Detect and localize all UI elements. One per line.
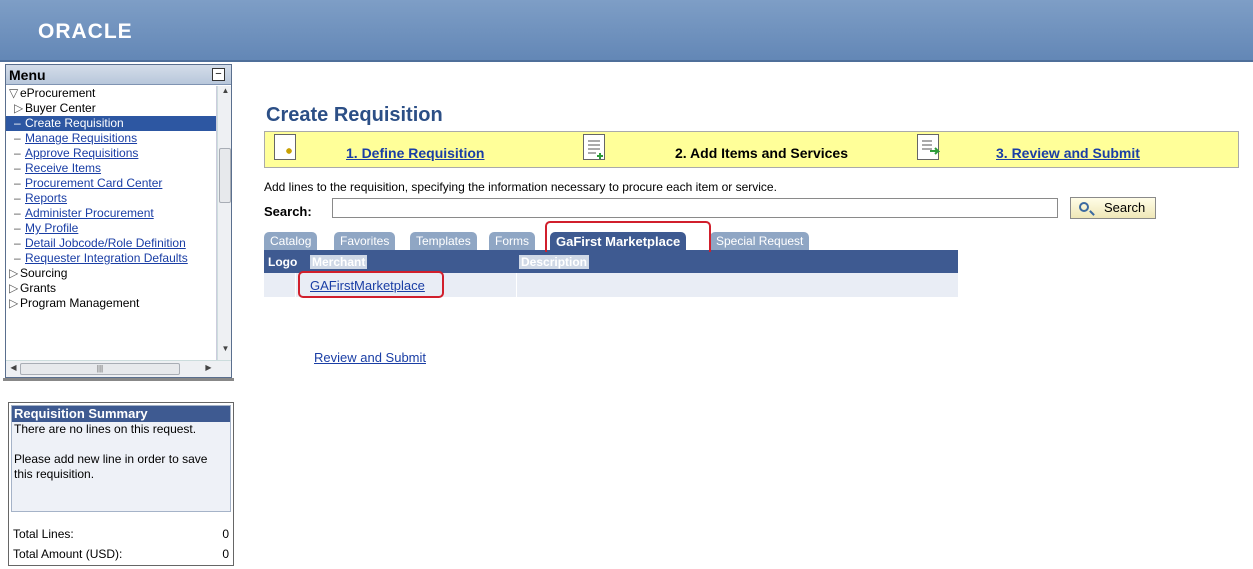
- menu-item-program-management[interactable]: ▷ Program Management: [6, 296, 139, 311]
- menu-item-eprocurement[interactable]: ▽ eProcurement: [6, 86, 95, 101]
- review-and-submit-link[interactable]: Review and Submit: [314, 350, 426, 365]
- step-define-requisition[interactable]: 1. Define Requisition: [346, 145, 484, 161]
- search-input[interactable]: [332, 198, 1058, 218]
- tab-favorites[interactable]: Favorites: [334, 232, 396, 251]
- scroll-left-icon[interactable]: ◀: [6, 363, 21, 376]
- menu-item-my-profile[interactable]: – My Profile: [6, 221, 78, 236]
- menu-splitter[interactable]: [3, 378, 234, 381]
- merchant-highlight-annotation: [298, 271, 444, 298]
- review-submit-icon: [917, 134, 941, 160]
- scroll-up-icon[interactable]: ▲: [218, 86, 231, 99]
- summary-add-line-note: Please add new line in order to save thi…: [14, 452, 208, 481]
- tab-templates[interactable]: Templates: [410, 232, 477, 251]
- scroll-thumb[interactable]: [219, 148, 231, 203]
- merchant-grid-header: Logo Merchant Description: [264, 252, 958, 273]
- menu-item-grants[interactable]: ▷ Grants: [6, 281, 56, 296]
- search-button[interactable]: Search: [1070, 197, 1156, 219]
- collapse-menu-icon[interactable]: −: [212, 68, 225, 81]
- oracle-logo: ORACLE: [38, 20, 133, 43]
- menu-item-reports[interactable]: – Reports: [6, 191, 67, 206]
- total-amount-value: 0: [222, 547, 229, 561]
- menu-item-buyer-center[interactable]: ▷ Buyer Center: [6, 101, 96, 116]
- summary-no-lines: There are no lines on this request.: [14, 422, 197, 436]
- menu-vertical-scrollbar[interactable]: ▲ ▼: [217, 86, 231, 360]
- total-lines-row: Total Lines: 0: [13, 527, 233, 541]
- menu-item-approve-requisitions[interactable]: – Approve Requisitions: [6, 146, 138, 161]
- menu-list: ▽ eProcurement ▷ Buyer Center – Create Requ…: [6, 86, 217, 377]
- total-amount-label: Total Amount (USD):: [13, 547, 123, 561]
- step-add-items-services: 2. Add Items and Services: [675, 145, 848, 161]
- step-review-submit[interactable]: 3. Review and Submit: [996, 145, 1140, 161]
- search-label: Search:: [264, 204, 312, 219]
- menu-item-sourcing[interactable]: ▷ Sourcing: [6, 266, 67, 281]
- page-title: Create Requisition: [266, 104, 443, 126]
- navigation-menu: Menu − ▽ eProcurement ▷ Buyer Center – Crea…: [5, 64, 232, 378]
- menu-item-administer-procurement[interactable]: – Administer Procurement: [6, 206, 154, 221]
- column-logo: Logo: [268, 255, 298, 269]
- scroll-down-icon[interactable]: ▼: [218, 344, 231, 357]
- requisition-summary: Requisition Summary There are no lines o…: [8, 402, 234, 566]
- tab-catalog[interactable]: Catalog: [264, 232, 318, 251]
- search-button-label: Search: [1104, 200, 1146, 215]
- total-lines-value: 0: [222, 527, 229, 541]
- column-description[interactable]: Description: [519, 255, 590, 269]
- instructions-text: Add lines to the requisition, specifying…: [264, 180, 777, 194]
- menu-item-detail-jobcode[interactable]: – Detail Jobcode/Role Definition: [6, 236, 186, 251]
- top-banner: ORACLE: [0, 0, 1253, 62]
- search-icon: [1079, 202, 1089, 212]
- column-merchant[interactable]: Merchant: [310, 255, 368, 269]
- tab-forms[interactable]: Forms: [489, 232, 535, 251]
- add-items-icon: [583, 134, 605, 160]
- menu-title: Menu: [9, 67, 46, 83]
- requisition-steps-bar: 1. Define Requisition 2. Add Items and S…: [264, 131, 1239, 168]
- menu-item-procurement-card-center[interactable]: – Procurement Card Center: [6, 176, 162, 191]
- summary-message-box: Requisition Summary There are no lines o…: [11, 405, 231, 512]
- menu-item-create-requisition[interactable]: – Create Requisition: [6, 116, 216, 131]
- summary-title: Requisition Summary: [12, 406, 230, 422]
- scroll-right-icon[interactable]: ▶: [201, 363, 216, 376]
- tab-special-request[interactable]: Special Request: [710, 232, 810, 251]
- menu-item-receive-items[interactable]: – Receive Items: [6, 161, 101, 176]
- menu-item-requester-integration[interactable]: – Requester Integration Defaults: [6, 251, 188, 266]
- menu-header: Menu −: [6, 65, 231, 85]
- define-requisition-icon: [274, 134, 296, 160]
- menu-horizontal-scrollbar[interactable]: ◀ ||| ▶: [6, 360, 231, 377]
- menu-item-manage-requisitions[interactable]: – Manage Requisitions: [6, 131, 137, 146]
- tab-highlight-annotation: [545, 221, 711, 256]
- total-lines-label: Total Lines:: [13, 527, 74, 541]
- cell-logo: [264, 273, 296, 297]
- total-amount-row: Total Amount (USD): 0: [13, 547, 233, 561]
- horizontal-scroll-thumb[interactable]: |||: [20, 363, 180, 375]
